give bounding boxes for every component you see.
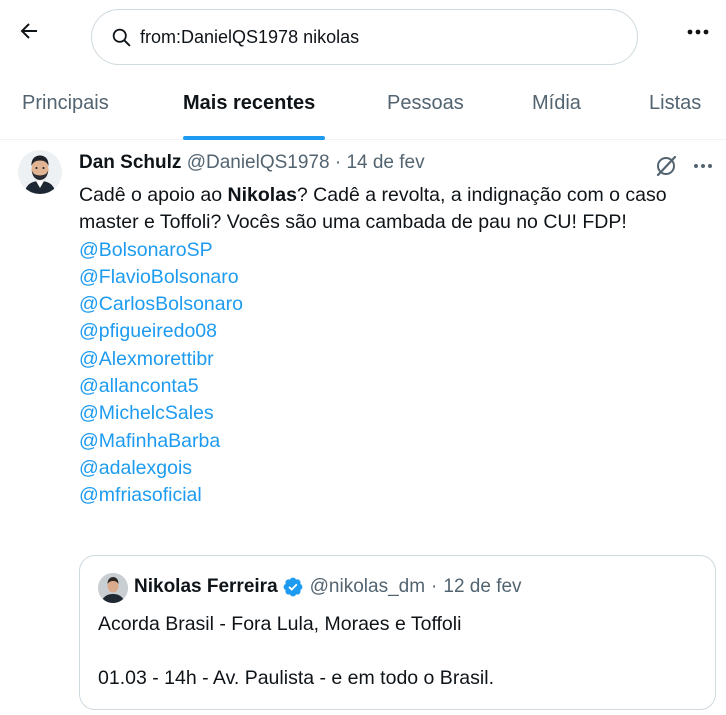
search-query-text: from:DanielQS1978 nikolas <box>140 26 360 47</box>
verified-badge-icon <box>282 576 304 598</box>
more-horizontal-icon <box>694 164 712 168</box>
more-options-button[interactable] <box>680 18 716 46</box>
tab-midia[interactable]: Mídia <box>532 66 581 140</box>
mention-link[interactable]: @MafinhaBarba <box>79 428 699 455</box>
header-separator: · <box>334 152 342 173</box>
quoted-author-name[interactable]: Nikolas Ferreira <box>134 576 278 598</box>
mention-link[interactable]: @allanconta5 <box>79 373 699 400</box>
search-tabs: Principais Mais recentes Pessoas Mídia L… <box>0 66 726 140</box>
search-input[interactable]: from:DanielQS1978 nikolas <box>91 9 638 65</box>
arrow-left-icon <box>20 23 37 39</box>
avatar[interactable] <box>18 150 62 194</box>
author-name[interactable]: Dan Schulz <box>79 152 181 173</box>
quoted-text: Acorda Brasil - Fora Lula, Moraes e Toff… <box>98 611 698 715</box>
quoted-separator: · <box>431 576 438 597</box>
tweet[interactable]: Dan Schulz @DanielQS1978 · 14 de fev Cad… <box>0 140 726 715</box>
mention-link[interactable]: @MichelcSales <box>79 400 699 427</box>
mention-link[interactable]: @FlavioBolsonaro <box>79 264 699 291</box>
quoted-date[interactable]: 12 de fev <box>443 576 521 598</box>
author-handle[interactable]: @DanielQS1978 <box>187 152 330 173</box>
quoted-text-line: Acorda Brasil - Fora Lula, Moraes e Toff… <box>98 613 462 635</box>
mention-link[interactable]: @Alexmorettibr <box>79 346 699 373</box>
tweet-text: Cadê o apoio ao Nikolas? Cadê a revolta,… <box>79 182 699 510</box>
tab-mais-recentes[interactable]: Mais recentes <box>183 66 315 140</box>
quoted-avatar[interactable] <box>98 573 128 603</box>
mention-link[interactable]: @adalexgois <box>79 455 699 482</box>
tweet-header: Dan Schulz @DanielQS1978 · 14 de fev <box>79 152 425 174</box>
tweet-text-highlight: Nikolas <box>227 184 297 206</box>
quoted-tweet[interactable]: Nikolas Ferreira @nikolas_dm · 12 de fev… <box>79 555 716 710</box>
tab-listas[interactable]: Listas <box>649 66 701 140</box>
quoted-author-handle[interactable]: @nikolas_dm <box>310 576 425 598</box>
tweet-text-before: Cadê o apoio ao <box>79 184 228 206</box>
mention-link[interactable]: @pfigueiredo08 <box>79 318 699 345</box>
grok-icon <box>656 155 677 177</box>
tab-pessoas[interactable]: Pessoas <box>387 66 464 140</box>
search-icon <box>110 26 132 48</box>
quoted-text-line: 01.03 - 14h - Av. Paulista - e em todo o… <box>98 667 494 689</box>
tweet-date[interactable]: 14 de fev <box>346 152 424 173</box>
quoted-header: Nikolas Ferreira @nikolas_dm · 12 de fev <box>134 576 522 598</box>
mention-link[interactable]: @CarlosBolsonaro <box>79 291 699 318</box>
grok-button[interactable] <box>652 152 680 180</box>
tweet-more-button[interactable] <box>688 152 718 180</box>
mention-link[interactable]: @BolsonaroSP <box>79 237 699 264</box>
top-bar: from:DanielQS1978 nikolas <box>0 0 726 66</box>
back-button[interactable] <box>12 14 46 48</box>
more-horizontal-icon <box>687 29 709 35</box>
tab-principais[interactable]: Principais <box>22 66 109 140</box>
mention-link[interactable]: @mfriasoficial <box>79 482 699 509</box>
